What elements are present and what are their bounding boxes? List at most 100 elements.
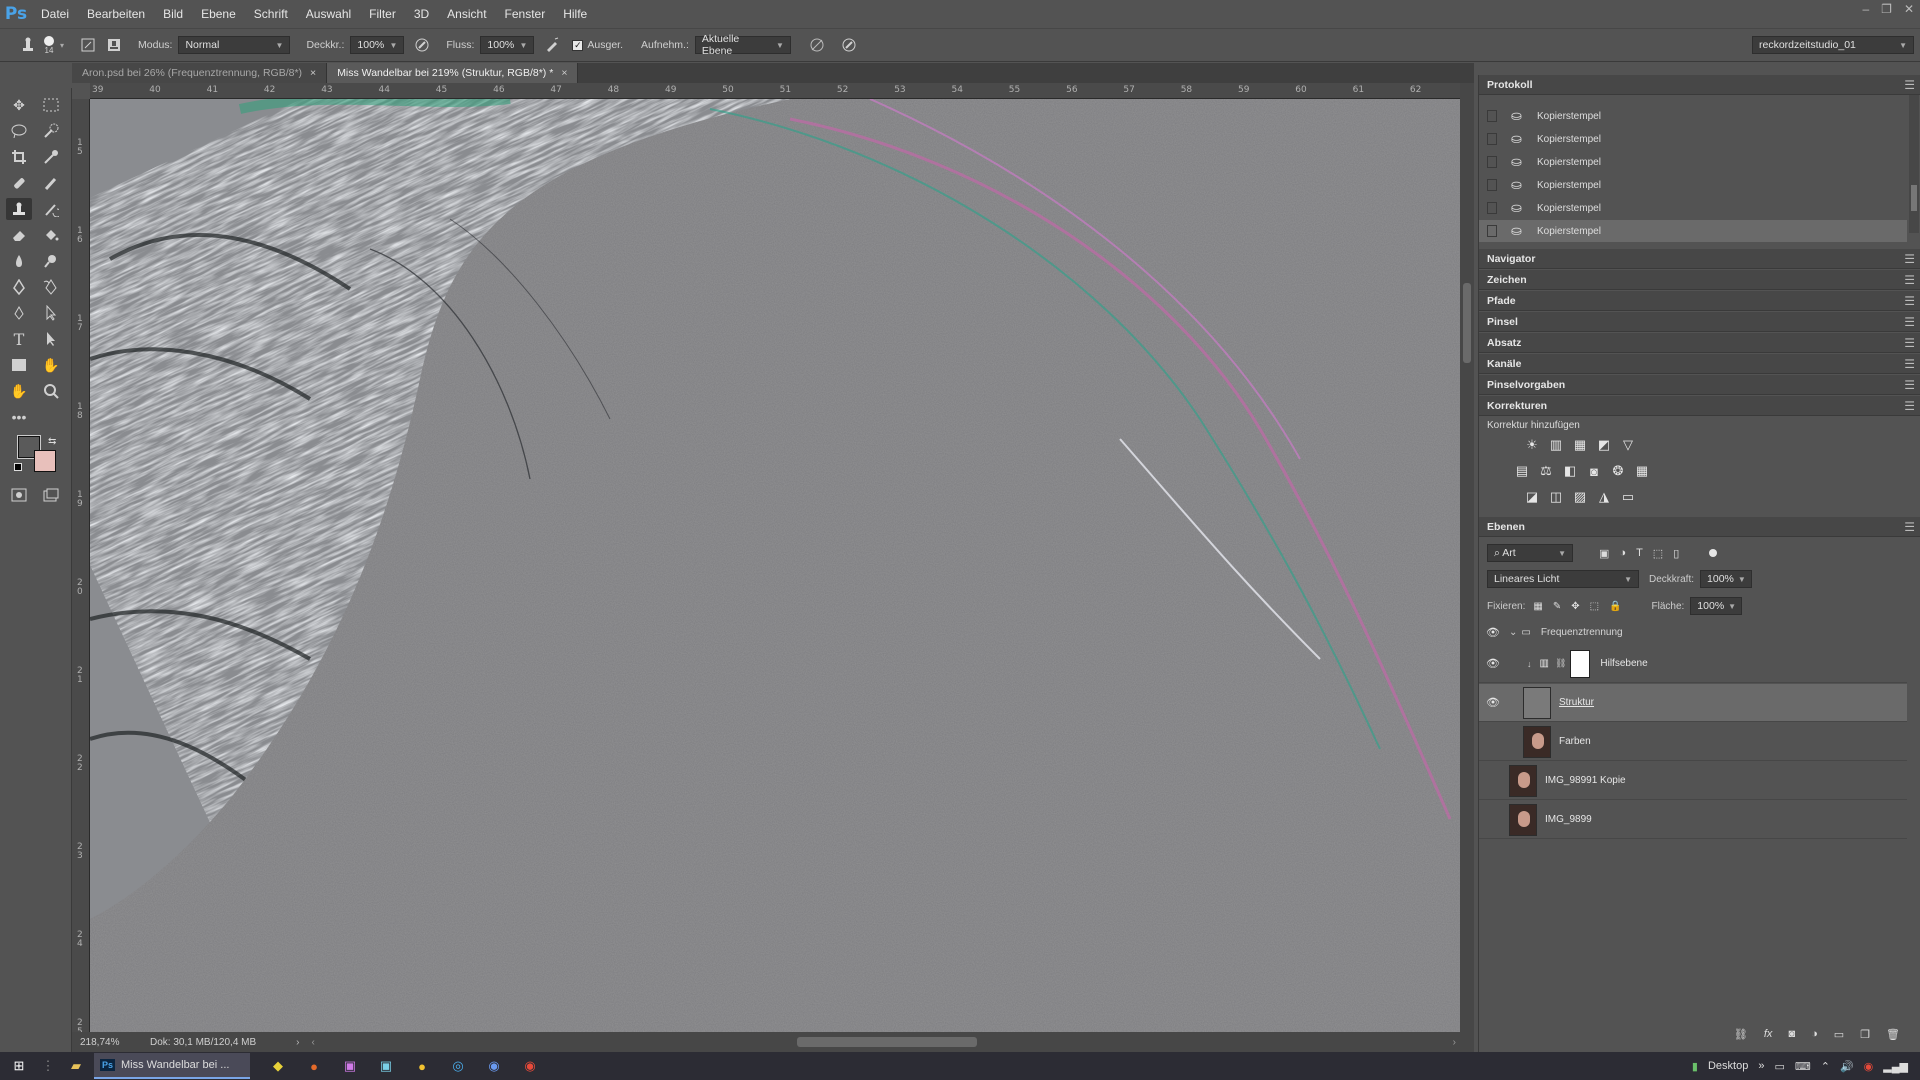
history-item[interactable]: ⛀ Kopierstempel (1479, 197, 1907, 219)
levels-icon[interactable]: ▥ (1547, 436, 1565, 454)
minimize-button[interactable]: – (1862, 2, 1869, 16)
panel-menu-icon[interactable]: ☰ (1904, 336, 1915, 350)
exposure-icon[interactable]: ◩ (1595, 436, 1613, 454)
browser-icon[interactable]: ◎ (440, 1053, 476, 1079)
filter-pixel-icon[interactable]: ▣ (1599, 547, 1609, 560)
filter-shape-icon[interactable]: ⬚ (1653, 547, 1663, 560)
curvature-pen-tool-icon[interactable] (6, 302, 32, 324)
zoom-tool-icon[interactable] (38, 380, 64, 402)
posterize-icon[interactable]: ◫ (1547, 488, 1565, 506)
airbrush-icon[interactable] (542, 35, 562, 55)
chevron-down-icon[interactable]: ⌄ (1509, 627, 1517, 638)
blur-tool-icon[interactable] (6, 250, 32, 272)
tray-status-icon[interactable]: ▮ (1692, 1060, 1698, 1073)
photo-filter-icon[interactable]: ◙ (1585, 462, 1603, 480)
collapsed-panel-header[interactable]: Pfade ☰ (1479, 291, 1920, 311)
close-icon[interactable]: × (310, 67, 316, 79)
menu-filter[interactable]: Filter (360, 7, 405, 21)
menu-datei[interactable]: Datei (32, 7, 78, 21)
brush-tool-icon[interactable] (38, 172, 64, 194)
eye-hidden-icon[interactable]: · (1485, 736, 1501, 748)
taskbar-photoshop-window[interactable]: Ps Miss Wandelbar bei ... (94, 1053, 250, 1079)
vibrance-icon[interactable]: ▽ (1619, 436, 1637, 454)
filter-smart-object-icon[interactable]: ▯ (1673, 547, 1679, 560)
color-balance-icon[interactable]: ⚖ (1537, 462, 1555, 480)
scroll-left-icon[interactable]: ‹ (312, 1037, 315, 1048)
brush-panel-toggle-icon[interactable] (78, 35, 98, 55)
filter-type-icon[interactable]: T (1636, 547, 1643, 560)
collapsed-panel-header[interactable]: Pinselvorgaben ☰ (1479, 375, 1920, 395)
lock-transparent-icon[interactable]: ▦ (1533, 601, 1542, 612)
firefox-icon[interactable]: ● (296, 1053, 332, 1079)
close-button[interactable]: ✕ (1904, 2, 1914, 16)
scroll-right-icon[interactable]: › (1453, 1037, 1456, 1048)
crop-tool-icon[interactable] (6, 146, 32, 168)
collapsed-panel-header[interactable]: Pinsel ☰ (1479, 312, 1920, 332)
paint-bucket-tool-icon[interactable] (38, 224, 64, 246)
flow-input[interactable]: 100% ▼ (480, 36, 535, 54)
panel-menu-icon[interactable]: ☰ (1904, 252, 1915, 266)
brush-preset-picker[interactable]: 14 ▾ (44, 35, 64, 55)
layer-row-img-kopie[interactable]: · IMG_98991 Kopie (1479, 762, 1907, 800)
panel-menu-icon[interactable]: ☰ (1904, 378, 1915, 392)
new-adjustment-icon[interactable]: ◑ (1811, 1028, 1818, 1041)
menu-schrift[interactable]: Schrift (245, 7, 297, 21)
menu-bearbeiten[interactable]: Bearbeiten (78, 7, 154, 21)
file-explorer-icon[interactable]: ▰ (58, 1053, 94, 1079)
clone-stamp-tool-preset-icon[interactable] (18, 35, 38, 55)
antivirus-icon[interactable]: ◉ (1864, 1060, 1874, 1073)
layer-row-img[interactable]: · IMG_9899 (1479, 801, 1907, 839)
chevron-right-icon[interactable]: › (296, 1037, 299, 1048)
blend-mode-select[interactable]: Lineares Licht ▼ (1487, 570, 1639, 588)
keyboard-icon[interactable]: ⌨ (1795, 1060, 1811, 1073)
color-lookup-icon[interactable]: ▦ (1633, 462, 1651, 480)
menu-fenster[interactable]: Fenster (496, 7, 555, 21)
pen-tool-icon[interactable] (6, 276, 32, 298)
clone-source-panel-icon[interactable] (104, 35, 124, 55)
panel-menu-icon[interactable]: ☰ (1904, 399, 1915, 413)
hue-saturation-icon[interactable]: ▤ (1513, 462, 1531, 480)
collapsed-panel-header[interactable]: Zeichen ☰ (1479, 270, 1920, 290)
rectangle-tool-icon[interactable] (6, 354, 32, 376)
eye-icon[interactable]: 👁 (1485, 657, 1501, 670)
history-checkbox[interactable] (1487, 179, 1497, 191)
freeform-pen-tool-icon[interactable] (38, 276, 64, 298)
tray-icon[interactable]: ▭ (1774, 1060, 1784, 1073)
layers-panel-header[interactable]: Ebenen ☰ (1479, 517, 1920, 537)
lock-image-icon[interactable]: ✎ (1553, 601, 1561, 612)
link-icon[interactable]: ⛓ (1555, 658, 1566, 669)
pressure-size-icon[interactable] (839, 35, 859, 55)
history-item[interactable]: ⛀ Kopierstempel (1479, 174, 1907, 196)
marquee-tool-icon[interactable] (38, 94, 64, 116)
aligned-option[interactable]: ✓ Ausger. (572, 39, 623, 51)
opacity-input[interactable]: 100% ▼ (350, 36, 405, 54)
filter-toggle-icon[interactable] (1709, 549, 1718, 557)
safari-icon[interactable]: ◉ (476, 1053, 512, 1079)
quick-selection-tool-icon[interactable] (38, 120, 64, 142)
history-item[interactable]: ⛀ Kopierstempel (1479, 128, 1907, 150)
panel-menu-icon[interactable]: ☰ (1904, 315, 1915, 329)
vertical-scrollbar[interactable] (1460, 83, 1474, 1032)
layer-mask-thumbnail[interactable] (1570, 649, 1591, 678)
menu-ansicht[interactable]: Ansicht (438, 7, 495, 21)
channel-mixer-icon[interactable]: ❂ (1609, 462, 1627, 480)
new-layer-icon[interactable]: ❐ (1860, 1028, 1870, 1041)
history-panel-header[interactable]: Protokoll ☰ (1479, 75, 1920, 95)
screen-mode-icon[interactable] (38, 484, 64, 506)
healing-brush-tool-icon[interactable] (6, 172, 32, 194)
restore-button[interactable]: ❐ (1881, 2, 1892, 16)
lock-artboard-icon[interactable]: ⬚ (1590, 601, 1599, 612)
gradient-map-icon[interactable]: ▭ (1619, 488, 1637, 506)
desktop-label[interactable]: Desktop (1708, 1060, 1748, 1072)
fill-input[interactable]: 100% ▼ (1690, 597, 1743, 615)
zoom-level[interactable]: 218,74% (80, 1037, 150, 1048)
tab-aron[interactable]: Aron.psd bei 26% (Frequenztrennung, RGB/… (72, 63, 328, 83)
windows-start-icon[interactable]: ⊞ (0, 1053, 38, 1079)
layer-row-struktur[interactable]: 👁 Struktur (1479, 684, 1907, 722)
lock-all-icon[interactable]: 🔒 (1609, 601, 1621, 612)
history-brush-tool-icon[interactable] (38, 198, 64, 220)
network-icon[interactable]: ▂▄▆ (1883, 1060, 1908, 1073)
black-white-icon[interactable]: ◧ (1561, 462, 1579, 480)
rotate-view-tool-icon[interactable]: ✋ (6, 380, 32, 402)
mode-select[interactable]: Normal ▼ (178, 36, 291, 54)
